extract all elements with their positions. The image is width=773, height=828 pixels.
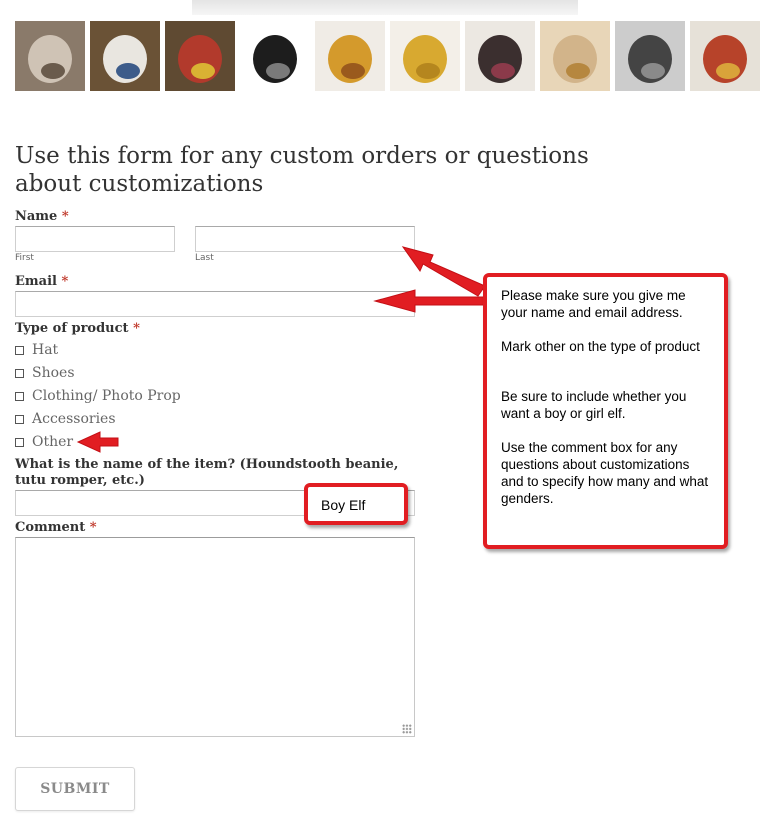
first-sublabel: First (15, 253, 34, 263)
thumbnail-detail (266, 63, 290, 79)
gallery-thumbnail[interactable] (15, 21, 85, 91)
checkbox[interactable] (15, 414, 24, 424)
option-label: Hat (32, 342, 59, 358)
checkbox[interactable] (15, 437, 24, 447)
form-heading: Use this form for any custom orders or q… (15, 143, 589, 197)
costume-thumb-10 (690, 21, 760, 91)
checkbox[interactable] (15, 391, 24, 401)
product-option-accessories[interactable]: Accessories (15, 410, 116, 428)
option-label: Accessories (32, 411, 116, 427)
item-callout-text: Boy Elf (321, 497, 366, 513)
product-option-hat[interactable]: Hat (15, 341, 58, 359)
costume-thumb-7 (465, 21, 535, 91)
required-mark: * (133, 321, 140, 336)
instruction-note: Be sure to include whether you want a bo… (501, 389, 687, 421)
costume-thumb-2 (90, 21, 160, 91)
costume-thumb-6 (390, 21, 460, 91)
thumbnail-detail (416, 63, 440, 79)
first-name-input[interactable] (15, 226, 175, 252)
costume-thumb-3 (165, 21, 235, 91)
required-mark: * (61, 274, 69, 289)
product-option-shoes[interactable]: Shoes (15, 364, 75, 382)
product-type-label-text: Type of product (15, 321, 129, 336)
required-mark: * (61, 209, 69, 224)
gallery-thumbnail[interactable] (465, 21, 535, 91)
thumbnail-gallery (15, 21, 773, 91)
option-label: Other (32, 434, 74, 450)
thumbnail-detail (641, 63, 665, 79)
instruction-note: Mark other on the type of product (501, 339, 700, 354)
arrow-to-last-name-icon (401, 246, 486, 297)
thumbnail-detail (716, 63, 740, 79)
gallery-thumbnail[interactable] (315, 21, 385, 91)
last-name-input[interactable] (195, 226, 415, 252)
thumbnail-detail (41, 63, 65, 79)
costume-thumb-4 (240, 21, 310, 91)
gallery-thumbnail[interactable] (165, 21, 235, 91)
email-label: Email * (15, 274, 68, 289)
thumbnail-detail (491, 63, 515, 79)
gallery-thumbnail[interactable] (540, 21, 610, 91)
gallery-thumbnail[interactable] (90, 21, 160, 91)
thumbnail-detail (566, 63, 590, 79)
option-label: Clothing/ Photo Prop (32, 388, 181, 404)
comment-textarea[interactable] (15, 537, 415, 737)
checkbox[interactable] (15, 368, 24, 378)
product-option-other[interactable]: Other (15, 433, 73, 451)
option-label: Shoes (32, 365, 75, 381)
arrow-to-other-icon (76, 431, 119, 453)
submit-button[interactable]: SUBMIT (15, 767, 135, 811)
item-callout-box: Boy Elf (304, 483, 408, 525)
costume-thumb-8 (540, 21, 610, 91)
comment-label: Comment * (15, 520, 97, 535)
instruction-note: Use the comment box for any questions ab… (501, 440, 709, 506)
costume-thumb-9 (615, 21, 685, 91)
email-label-text: Email (15, 274, 57, 289)
thumbnail-detail (116, 63, 140, 79)
required-mark: * (89, 520, 97, 535)
resize-grip-icon[interactable] (402, 724, 412, 734)
gallery-thumbnail[interactable] (390, 21, 460, 91)
costume-thumb-5 (315, 21, 385, 91)
costume-thumb-1 (15, 21, 85, 91)
gallery-thumbnail[interactable] (690, 21, 760, 91)
last-sublabel: Last (195, 253, 214, 263)
instructions-callout-box: Please make sure you give me your name a… (483, 273, 728, 549)
gallery-thumbnail[interactable] (240, 21, 310, 91)
header-banner-edge (192, 0, 578, 15)
product-option-clothing[interactable]: Clothing/ Photo Prop (15, 387, 181, 405)
comment-label-text: Comment (15, 520, 86, 535)
name-label: Name * (15, 209, 69, 224)
product-type-label: Type of product * (15, 321, 140, 336)
instruction-note: Please make sure you give me your name a… (501, 288, 686, 320)
checkbox[interactable] (15, 345, 24, 355)
gallery-thumbnail[interactable] (615, 21, 685, 91)
thumbnail-detail (341, 63, 365, 79)
thumbnail-detail (191, 63, 215, 79)
email-input[interactable] (15, 291, 415, 317)
name-label-text: Name (15, 209, 58, 224)
